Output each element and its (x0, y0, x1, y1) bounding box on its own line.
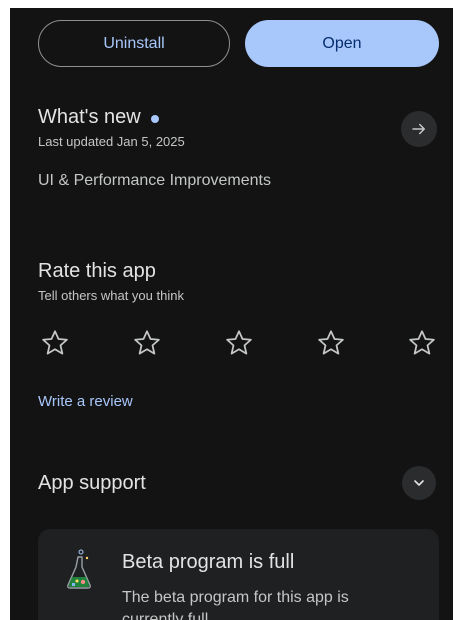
rating-star-3[interactable] (222, 326, 256, 360)
rating-star-2[interactable] (130, 326, 164, 360)
chevron-down-icon (414, 480, 424, 486)
arrow-right-icon (412, 123, 425, 135)
star-outline-icon (42, 330, 68, 355)
beta-program-title: Beta program is full (122, 551, 295, 573)
open-button[interactable]: Open (245, 20, 439, 67)
rate-app-title: Rate this app (38, 260, 156, 282)
whats-new-title: What's new (38, 106, 141, 128)
last-updated-text: Last updated Jan 5, 2025 (38, 134, 185, 149)
rating-star-5[interactable] (405, 326, 439, 360)
beta-program-card: Beta program is full The beta program fo… (38, 529, 439, 620)
star-outline-icon (134, 330, 160, 355)
write-review-link[interactable]: Write a review (38, 393, 133, 410)
whats-new-heading[interactable]: What's new (38, 106, 159, 129)
app-support-expand-button[interactable] (402, 466, 436, 500)
whats-new-arrow-button[interactable] (401, 111, 437, 147)
rating-star-1[interactable] (38, 326, 72, 360)
rating-star-4[interactable] (314, 326, 348, 360)
new-indicator-dot (150, 114, 159, 123)
whats-new-body: UI & Performance Improvements (38, 172, 271, 189)
app-support-title[interactable]: App support (38, 472, 146, 495)
flask-icon (67, 549, 91, 589)
beta-program-body: The beta program for this app is current… (122, 589, 349, 620)
star-outline-icon (318, 330, 344, 355)
star-outline-icon (226, 330, 252, 355)
uninstall-button[interactable]: Uninstall (38, 20, 230, 67)
rate-app-subtitle: Tell others what you think (38, 288, 184, 303)
app-detail-screen: Uninstall Open What's new Last updated J… (10, 8, 453, 620)
star-outline-icon (409, 330, 435, 355)
